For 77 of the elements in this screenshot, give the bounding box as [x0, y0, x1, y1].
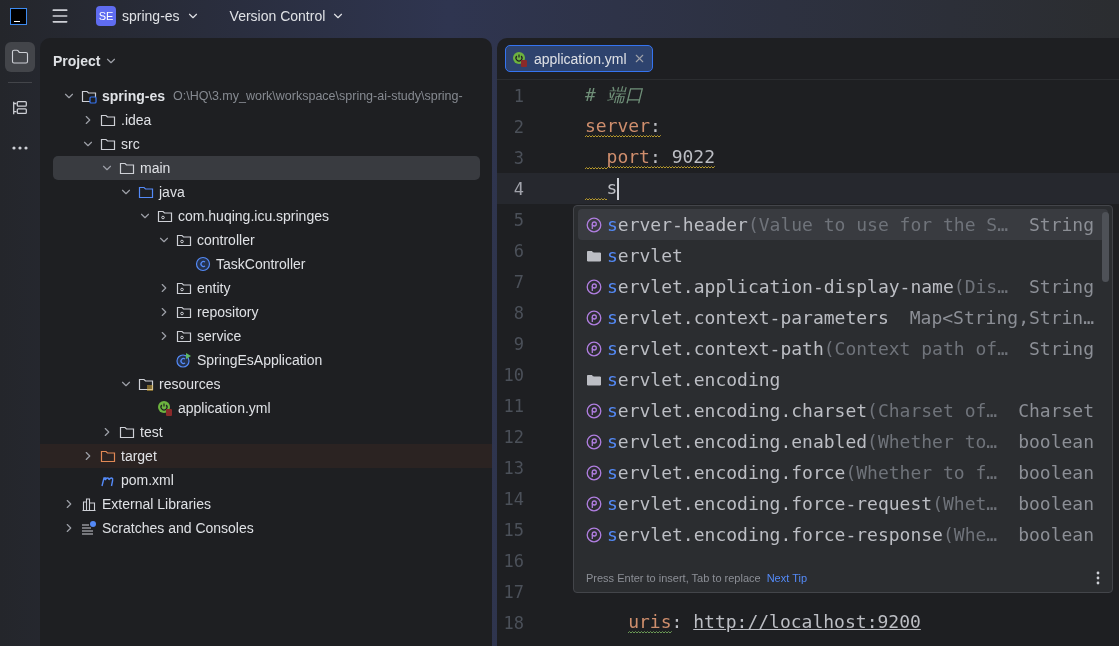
completion-item[interactable]: servlet.encoding.force-request(Whet… boolean	[578, 488, 1108, 519]
line-number: 4	[512, 178, 524, 199]
tree-item[interactable]: main	[53, 156, 480, 180]
kebab-icon	[1096, 571, 1100, 586]
tree-item[interactable]: .idea	[40, 108, 492, 132]
folder-icon	[119, 160, 135, 176]
tree-item[interactable]: target	[40, 444, 492, 468]
class-icon	[195, 256, 211, 272]
package-icon	[176, 328, 192, 344]
tree-item[interactable]: repository	[40, 300, 492, 324]
completion-item[interactable]: servlet	[578, 240, 1108, 271]
editor-tab[interactable]: application.yml	[505, 45, 653, 72]
completion-item[interactable]: servlet.encoding.force(Whether to f… boolean	[578, 457, 1108, 488]
package-icon	[176, 280, 192, 296]
tree-item[interactable]: test	[40, 420, 492, 444]
property-icon	[586, 526, 602, 543]
property-icon	[586, 464, 602, 481]
folder-icon	[100, 136, 116, 152]
tree-item[interactable]: controller	[40, 228, 492, 252]
completion-item[interactable]: servlet.encoding.charset(Charset of… Charset	[578, 395, 1108, 426]
spring-config-icon	[157, 400, 173, 416]
tree-item[interactable]: resources	[40, 372, 492, 396]
module-icon	[81, 88, 97, 104]
libraries-icon	[81, 496, 97, 512]
more-button[interactable]	[1096, 571, 1100, 586]
tree-item[interactable]: TaskController	[40, 252, 492, 276]
property-icon	[586, 340, 602, 357]
project-switcher[interactable]: SE spring-es	[96, 6, 200, 26]
folder-icon	[100, 112, 116, 128]
package-icon	[176, 232, 192, 248]
completion-item[interactable]: servlet.context-path(Context path of… String	[578, 333, 1108, 364]
module-path: O:\HQ\3.my_work\workspace\spring-ai-study\spring-	[173, 89, 463, 103]
completion-item[interactable]: servlet.encoding.enabled(Whether to… boolean	[578, 426, 1108, 457]
tree-item[interactable]: Scratches and Consoles	[40, 516, 492, 540]
tree-item[interactable]: entity	[40, 276, 492, 300]
code-line[interactable]: uris: http://localhost:9200	[585, 610, 921, 635]
tree-item[interactable]: service	[40, 324, 492, 348]
more-icon	[12, 146, 28, 150]
completion-item[interactable]: servlet.context-parameters Map<String,Strin…	[578, 302, 1108, 333]
version-control-menu[interactable]: Version Control	[229, 8, 346, 24]
tree-item[interactable]: SpringEsApplication	[40, 348, 492, 372]
package-icon	[157, 208, 173, 224]
tool-window-button[interactable]	[5, 42, 35, 72]
property-icon	[586, 216, 602, 233]
package-icon	[176, 304, 192, 320]
spring-config-icon	[512, 50, 528, 67]
menu-button[interactable]	[50, 6, 70, 26]
folder-icon	[119, 424, 135, 440]
app-logo[interactable]	[10, 7, 27, 25]
scratches-icon	[81, 520, 97, 536]
tree-item[interactable]: pom.xml	[40, 468, 492, 492]
completion-item[interactable]: server-header(Value to use for the S… String	[578, 209, 1108, 240]
property-icon	[586, 278, 602, 295]
resources-folder-icon	[138, 376, 154, 392]
code-line[interactable]: # 端口	[585, 82, 643, 109]
property-icon	[586, 402, 602, 419]
tree-item[interactable]: java	[40, 180, 492, 204]
completion-item[interactable]: servlet.encoding.force-response(Whe… boolean	[578, 519, 1108, 550]
property-icon	[586, 433, 602, 450]
tree-item[interactable]: External Libraries	[40, 492, 492, 516]
folder-icon	[11, 47, 29, 67]
tree-item[interactable]: src	[40, 132, 492, 156]
tree-item[interactable]: spring-es O:\HQ\3.my_work\workspace\spring-ai-study\spring-	[40, 84, 492, 108]
footer-hint: Press Enter to insert, Tab to replace	[586, 572, 761, 585]
property-icon	[586, 495, 602, 512]
code-line[interactable]: port: 9022	[585, 145, 715, 170]
tree-item[interactable]: com.huqing.icu.springes	[40, 204, 492, 228]
property-icon	[586, 309, 602, 326]
scrollbar[interactable]	[1102, 212, 1109, 282]
completion-item[interactable]: servlet.application-display-name(Dis… String	[578, 271, 1108, 302]
completion-item[interactable]: servlet.encoding	[578, 364, 1108, 395]
tree-item[interactable]: application.yml	[40, 396, 492, 420]
class-run-icon	[176, 352, 192, 368]
next-tip-link[interactable]: Next Tip	[766, 572, 808, 585]
folder-icon	[100, 448, 116, 464]
folder-icon	[138, 184, 154, 200]
panel-title[interactable]: Project	[53, 53, 101, 69]
